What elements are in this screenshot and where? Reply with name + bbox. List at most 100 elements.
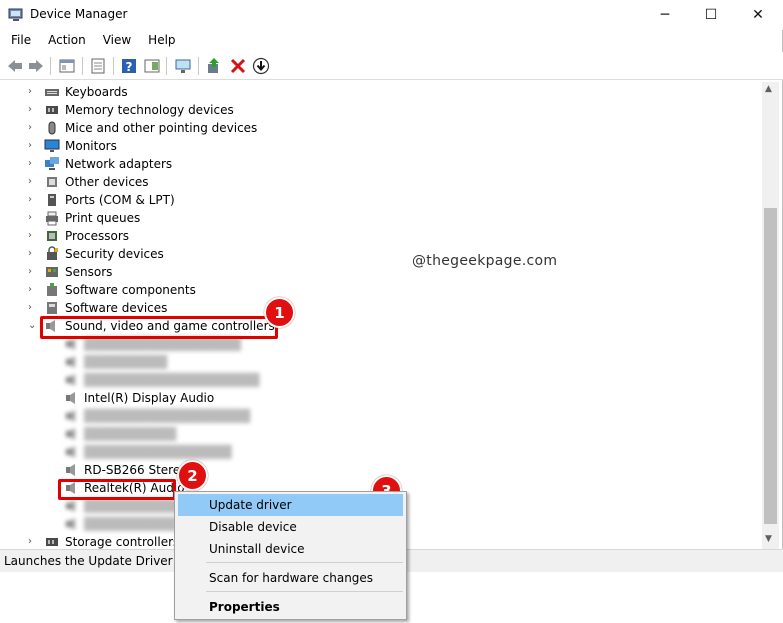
menu-action[interactable]: Action [37, 30, 92, 52]
menu-view[interactable]: View [92, 30, 137, 52]
speaker-icon [66, 356, 75, 368]
minimize-button[interactable]: ─ [642, 0, 688, 30]
tree-item-label: ███████████████████ [84, 373, 260, 387]
chevron-right-icon[interactable]: › [28, 104, 38, 116]
chevron-right-icon[interactable]: › [28, 302, 38, 314]
chevron-right-icon[interactable]: › [28, 86, 38, 98]
menu-help[interactable]: Help [137, 30, 181, 52]
download-icon[interactable] [252, 57, 270, 75]
disable-device-menu-item[interactable]: Disable device [178, 516, 403, 538]
port-icon [48, 194, 56, 206]
show-hide-console-tree-icon[interactable] [58, 57, 76, 75]
tree-item-label: Print queues [65, 211, 141, 225]
sound-device-5[interactable]: ██████████ [2, 425, 702, 443]
tree-item-label: ██████████ [84, 427, 177, 441]
device-manager-icon [8, 8, 23, 21]
menu-file[interactable]: File [0, 30, 37, 52]
menu-separator [206, 591, 403, 592]
tree-item-label: Software components [65, 283, 196, 297]
tree-item-label: Monitors [65, 139, 117, 153]
window-title: Device Manager [30, 7, 128, 21]
help-icon[interactable]: ? [120, 57, 138, 75]
scan-hardware-menu-item[interactable]: Scan for hardware changes [178, 567, 403, 589]
back-arrow-icon[interactable] [6, 57, 24, 75]
scroll-thumb[interactable] [764, 208, 777, 524]
chevron-right-icon[interactable]: › [28, 212, 38, 224]
tree-item-3[interactable]: › Monitors [2, 137, 702, 155]
sound-device-6[interactable]: ████████████████ [2, 443, 702, 461]
security-icon [47, 246, 58, 260]
chevron-right-icon[interactable]: › [28, 158, 38, 170]
processor-icon [47, 231, 57, 241]
close-button[interactable]: ✕ [735, 0, 781, 30]
printer-icon [46, 211, 58, 226]
speaker-icon [66, 428, 75, 440]
tree-item-label: ██████████████████ [84, 409, 251, 423]
tree-item-8[interactable]: › Processors [2, 227, 702, 245]
chevron-right-icon[interactable]: › [28, 194, 38, 206]
tree-item-label: RD-SB266 Stereo [84, 463, 188, 477]
sound-device-7[interactable]: RD-SB266 Stereo [2, 461, 702, 479]
title-bar[interactable]: Device Manager ─ ☐ ✕ [0, 0, 783, 30]
update-driver-menu-item[interactable]: Update driver [178, 494, 403, 516]
tree-item-label: █████████ [84, 355, 168, 369]
tree-item-0[interactable]: › Keyboards [2, 83, 702, 101]
update-driver-icon[interactable] [205, 57, 223, 75]
tree-item-label: Memory technology devices [65, 103, 234, 117]
chevron-right-icon[interactable]: › [28, 248, 38, 260]
tree-item-7[interactable]: › Print queues [2, 209, 702, 227]
chevron-right-icon[interactable]: › [28, 176, 38, 188]
vertical-scrollbar[interactable]: ▲ ▼ [762, 82, 779, 549]
sound-device-4[interactable]: ██████████████████ [2, 407, 702, 425]
monitor-icon [44, 139, 60, 152]
speaker-icon [66, 374, 75, 386]
chevron-right-icon[interactable]: › [28, 536, 38, 548]
highlight-sound-controllers [40, 316, 278, 339]
software-component-icon [47, 283, 57, 296]
speaker-icon [66, 410, 75, 422]
tree-item-4[interactable]: › Network adapters [2, 155, 702, 173]
maximize-button[interactable]: ☐ [688, 0, 734, 30]
speaker-icon [66, 518, 75, 530]
tree-item-label: Intel(R) Display Audio [84, 391, 215, 405]
tree-item-5[interactable]: › Other devices [2, 173, 702, 191]
chevron-right-icon[interactable]: › [28, 266, 38, 278]
chevron-right-icon[interactable]: › [28, 122, 38, 134]
tree-item-label: ████████████████ [84, 445, 232, 459]
action-pane-icon[interactable] [143, 57, 161, 75]
chevron-right-icon[interactable]: › [28, 284, 38, 296]
tree-item-label: █████████████████ [84, 337, 241, 351]
tree-item-9[interactable]: › Security devices [2, 245, 702, 263]
tree-item-label: Keyboards [65, 85, 128, 99]
chevron-down-icon[interactable]: ⌄ [28, 320, 38, 332]
tree-item-label: Ports (COM & LPT) [65, 193, 175, 207]
tree-item-12[interactable]: › Software devices [2, 299, 702, 317]
tree-item-1[interactable]: › Memory technology devices [2, 101, 702, 119]
tree-item-11[interactable]: › Software components [2, 281, 702, 299]
sound-device-2[interactable]: ███████████████████ [2, 371, 702, 389]
tree-item-label: Network adapters [65, 157, 173, 171]
uninstall-x-icon[interactable] [229, 57, 247, 75]
tree-item-6[interactable]: › Ports (COM & LPT) [2, 191, 702, 209]
speaker-icon [66, 392, 75, 404]
step-badge-1: 1 [264, 297, 295, 328]
chevron-right-icon[interactable]: › [28, 230, 38, 242]
sound-device-1[interactable]: █████████ [2, 353, 702, 371]
tree-item-label: Sensors [65, 265, 113, 279]
sensor-icon [46, 267, 58, 277]
scroll-down-icon[interactable]: ▼ [765, 534, 772, 544]
tree-item-10[interactable]: › Sensors [2, 263, 702, 281]
speaker-icon [66, 464, 75, 476]
scan-monitor-icon[interactable] [174, 57, 192, 75]
sound-device-3[interactable]: Intel(R) Display Audio [2, 389, 702, 407]
scroll-up-icon[interactable]: ▲ [765, 84, 772, 94]
menu-bar: File Action View Help [0, 30, 783, 52]
uninstall-device-menu-item[interactable]: Uninstall device [178, 538, 403, 560]
properties-sheet-icon[interactable] [89, 57, 107, 75]
tree-item-2[interactable]: › Mice and other pointing devices [2, 119, 702, 137]
properties-menu-item[interactable]: Properties [178, 596, 403, 618]
forward-arrow-icon[interactable] [27, 57, 45, 75]
mouse-icon [48, 121, 56, 135]
watermark: @thegeekpage.com [412, 253, 558, 269]
chevron-right-icon[interactable]: › [28, 140, 38, 152]
